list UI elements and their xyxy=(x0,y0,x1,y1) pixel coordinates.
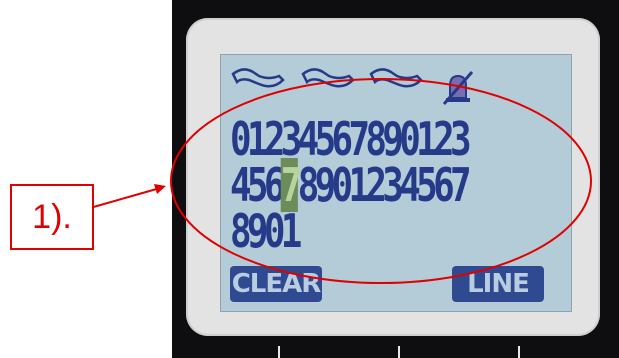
highlight-ellipse xyxy=(170,78,592,284)
button-divider xyxy=(518,346,520,358)
annotation-overlay xyxy=(89,78,592,284)
callout-arrow xyxy=(89,187,161,209)
button-divider xyxy=(398,346,400,358)
callout-label: 1). xyxy=(10,184,94,250)
callout-arrowhead xyxy=(154,184,166,194)
button-divider xyxy=(278,346,280,358)
